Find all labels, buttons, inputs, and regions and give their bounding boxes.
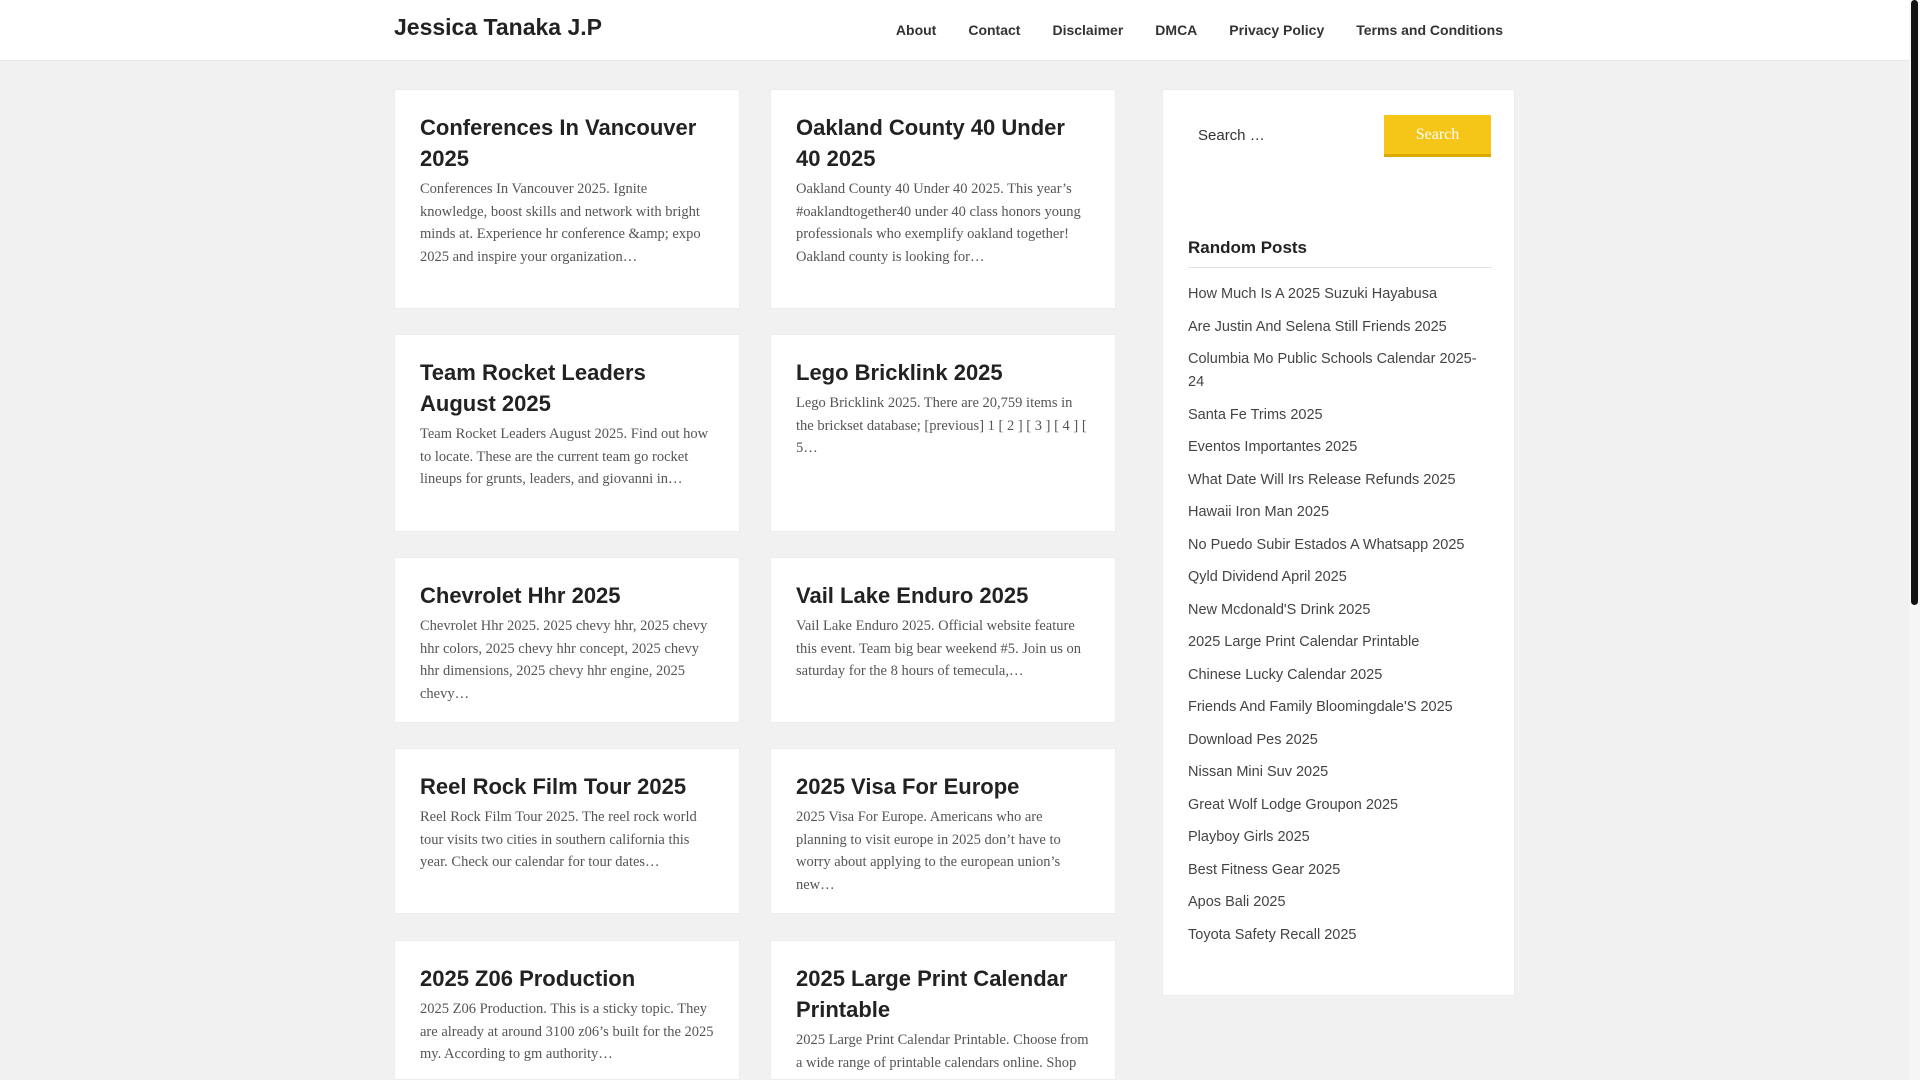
search-form: Search xyxy=(1188,115,1492,157)
post-card: 2025 Large Print Calendar Printable 2025… xyxy=(770,940,1116,1080)
post-excerpt: Reel Rock Film Tour 2025. The reel rock … xyxy=(420,809,697,870)
post-title[interactable]: Chevrolet Hhr 2025 xyxy=(420,580,714,611)
post-title[interactable]: 2025 Visa For Europe xyxy=(796,771,1090,802)
post-title[interactable]: Vail Lake Enduro 2025 xyxy=(796,580,1090,611)
post-excerpt: Oakland County 40 Under 40 2025. This ye… xyxy=(796,181,1081,265)
random-post-link[interactable]: Santa Fe Trims 2025 xyxy=(1188,404,1492,427)
site-title[interactable]: Jessica Tanaka J.P xyxy=(394,14,602,41)
site-header: Jessica Tanaka J.P About Contact Disclai… xyxy=(0,0,1909,61)
post-excerpt: Vail Lake Enduro 2025. Official website … xyxy=(796,618,1082,679)
post-title[interactable]: 2025 Large Print Calendar Printable xyxy=(796,963,1090,1025)
random-post-link[interactable]: 2025 Large Print Calendar Printable xyxy=(1188,631,1492,654)
random-post-link[interactable]: Are Justin And Selena Still Friends 2025 xyxy=(1188,316,1492,339)
post-card: 2025 Visa For Europe 2025 Visa For Europ… xyxy=(770,748,1116,914)
post-title[interactable]: Lego Bricklink 2025 xyxy=(796,357,1090,388)
post-card: 2025 Z06 Production 2025 Z06 Production.… xyxy=(394,940,740,1080)
random-post-link[interactable]: Columbia Mo Public Schools Calendar 2025… xyxy=(1188,348,1492,394)
post-excerpt: Conferences In Vancouver 2025. Ignite kn… xyxy=(420,181,701,265)
random-post-link[interactable]: Friends And Family Bloomingdale'S 2025 xyxy=(1188,696,1492,719)
page-scrollbar[interactable] xyxy=(1909,0,1920,1080)
random-post-link[interactable]: Great Wolf Lodge Groupon 2025 xyxy=(1188,794,1492,817)
random-posts-title: Random Posts xyxy=(1188,238,1492,268)
random-post-link[interactable]: Toyota Safety Recall 2025 xyxy=(1188,924,1492,947)
random-post-link[interactable]: How Much Is A 2025 Suzuki Hayabusa xyxy=(1188,283,1492,306)
post-title[interactable]: Conferences In Vancouver 2025 xyxy=(420,112,714,174)
random-post-link[interactable]: What Date Will Irs Release Refunds 2025 xyxy=(1188,469,1492,492)
post-excerpt: Lego Bricklink 2025. There are 20,759 it… xyxy=(796,395,1087,456)
random-post-link[interactable]: New Mcdonald'S Drink 2025 xyxy=(1188,599,1492,622)
post-card: Chevrolet Hhr 2025 Chevrolet Hhr 2025. 2… xyxy=(394,557,740,723)
sidebar: Search Random Posts How Much Is A 2025 S… xyxy=(1162,89,1515,996)
search-input[interactable] xyxy=(1188,115,1378,155)
post-card: Oakland County 40 Under 40 2025 Oakland … xyxy=(770,89,1116,309)
post-card: Conferences In Vancouver 2025 Conference… xyxy=(394,89,740,309)
post-title[interactable]: Team Rocket Leaders August 2025 xyxy=(420,357,714,419)
post-title[interactable]: Oakland County 40 Under 40 2025 xyxy=(796,112,1090,174)
random-post-link[interactable]: Download Pes 2025 xyxy=(1188,729,1492,752)
post-title[interactable]: Reel Rock Film Tour 2025 xyxy=(420,771,714,802)
nav-dmca[interactable]: DMCA xyxy=(1139,0,1213,60)
random-post-link[interactable]: Nissan Mini Suv 2025 xyxy=(1188,761,1492,784)
nav-disclaimer[interactable]: Disclaimer xyxy=(1036,0,1139,60)
random-post-link[interactable]: Chinese Lucky Calendar 2025 xyxy=(1188,664,1492,687)
random-post-link[interactable]: Qyld Dividend April 2025 xyxy=(1188,566,1492,589)
nav-contact[interactable]: Contact xyxy=(952,0,1036,60)
scrollbar-thumb[interactable] xyxy=(1911,0,1918,605)
random-post-link[interactable]: No Puedo Subir Estados A Whatsapp 2025 xyxy=(1188,534,1492,557)
post-card: Team Rocket Leaders August 2025 Team Roc… xyxy=(394,334,740,532)
random-post-link[interactable]: Playboy Girls 2025 xyxy=(1188,826,1492,849)
random-post-link[interactable]: Hawaii Iron Man 2025 xyxy=(1188,501,1492,524)
post-title[interactable]: 2025 Z06 Production xyxy=(420,963,714,994)
random-posts-list: How Much Is A 2025 Suzuki Hayabusa Are J… xyxy=(1188,283,1492,956)
post-card: Reel Rock Film Tour 2025 Reel Rock Film … xyxy=(394,748,740,914)
post-excerpt: 2025 Visa For Europe. Americans who are … xyxy=(796,809,1061,893)
post-card: Vail Lake Enduro 2025 Vail Lake Enduro 2… xyxy=(770,557,1116,723)
nav-about[interactable]: About xyxy=(880,0,952,60)
post-excerpt: Chevrolet Hhr 2025. 2025 chevy hhr, 2025… xyxy=(420,618,708,702)
post-excerpt: Team Rocket Leaders August 2025. Find ou… xyxy=(420,426,709,487)
random-post-link[interactable]: Apos Bali 2025 xyxy=(1188,891,1492,914)
search-button[interactable]: Search xyxy=(1384,115,1491,157)
post-excerpt: 2025 Large Print Calendar Printable. Cho… xyxy=(796,1032,1089,1079)
main-nav: About Contact Disclaimer DMCA Privacy Po… xyxy=(880,0,1519,60)
nav-privacy-policy[interactable]: Privacy Policy xyxy=(1213,0,1340,60)
random-post-link[interactable]: Eventos Importantes 2025 xyxy=(1188,436,1492,459)
post-card: Lego Bricklink 2025 Lego Bricklink 2025.… xyxy=(770,334,1116,532)
nav-terms-and-conditions[interactable]: Terms and Conditions xyxy=(1340,0,1519,60)
random-post-link[interactable]: Best Fitness Gear 2025 xyxy=(1188,859,1492,882)
post-excerpt: 2025 Z06 Production. This is a sticky to… xyxy=(420,1001,714,1062)
